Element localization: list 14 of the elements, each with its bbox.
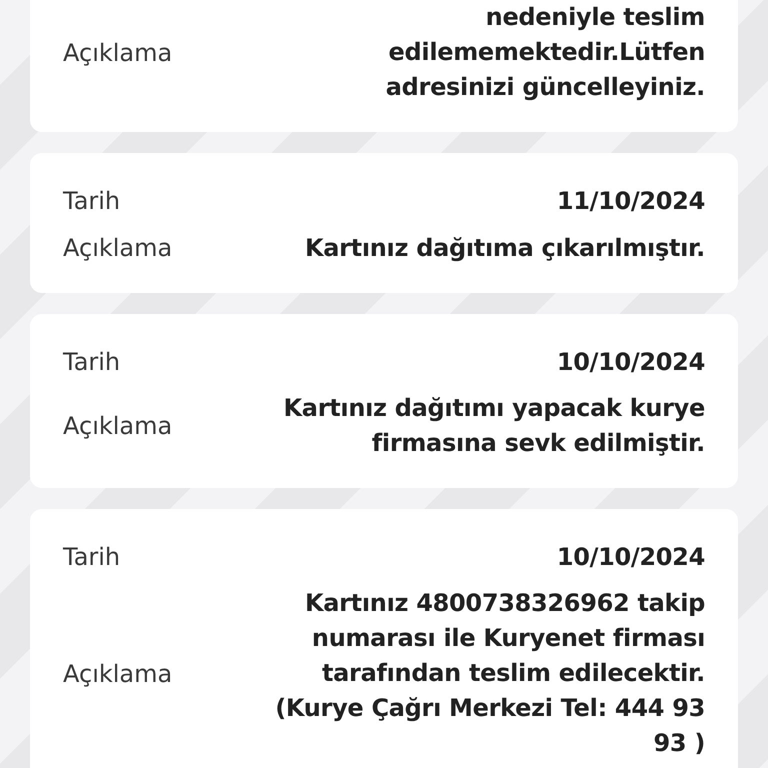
field-value: 10/10/2024: [556, 346, 705, 378]
field-label: Tarih: [63, 542, 120, 573]
field-label: Tarih: [63, 186, 120, 217]
field-label: Açıklama: [63, 658, 172, 690]
field-value: 11/10/2024: [556, 186, 705, 216]
field-value: nedeniyle teslim edilememektedir.Lütfen adresinizi güncelleyiniz.: [386, 2, 705, 103]
field-label: Açıklama: [63, 38, 172, 68]
field-label: Açıklama: [63, 233, 172, 264]
field-label: Tarih: [63, 347, 120, 378]
field-label: Açıklama: [63, 411, 172, 442]
field-value: Kartınız dağıtımı yapacak kurye firmasına sevk edilmiştir.: [284, 393, 705, 459]
field-value: 10/10/2024: [556, 542, 705, 572]
field-value: Kartınız dağıtıma çıkarılmıştır.: [304, 232, 705, 264]
field-value: Kartınız 4800738326962 takip numarası ile Kuryenet firması tarafından teslim edilecektir. (Kurye Çağrı Merkezi Tel: 444 93 93 ): [275, 588, 705, 759]
